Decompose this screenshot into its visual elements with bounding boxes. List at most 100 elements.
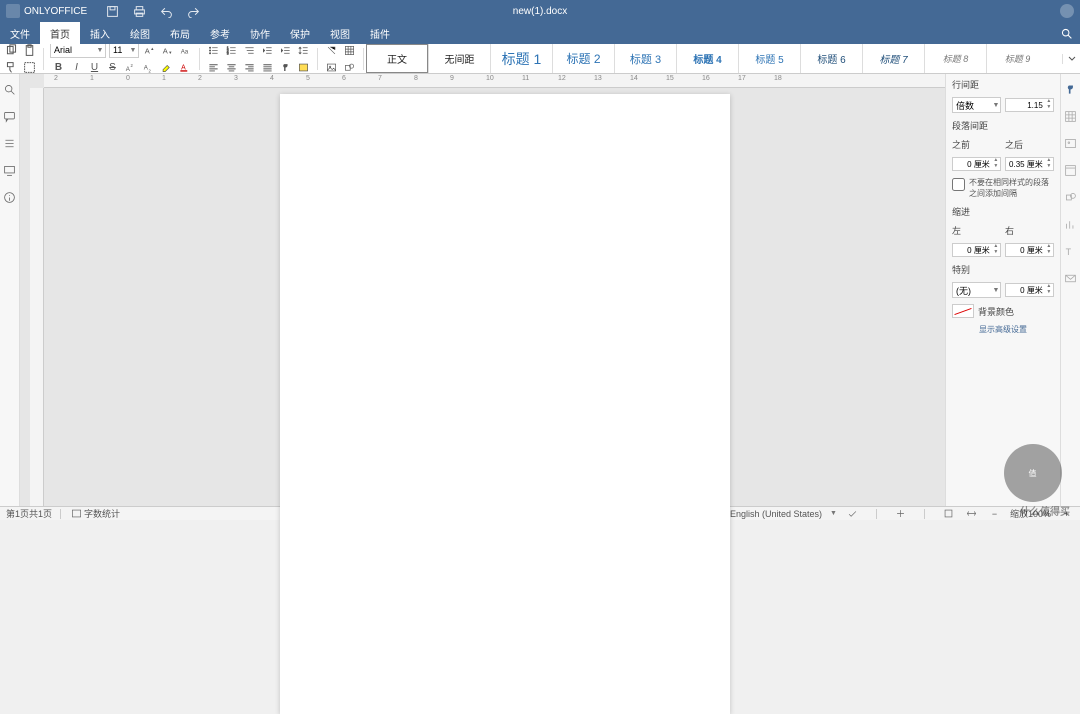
decrease-indent-icon[interactable] [260,43,275,58]
image-tab-icon[interactable] [1063,136,1078,151]
line-spacing-mode[interactable]: ▼ [952,97,1001,113]
indent-left[interactable]: ▲▼ [952,243,1001,257]
page-count[interactable]: 第1页共1页 [6,507,52,520]
comments-icon[interactable] [2,109,17,124]
styles-more-button[interactable] [1062,54,1080,64]
textart-tab-icon[interactable]: T [1063,244,1078,259]
special-value[interactable]: ▲▼ [1005,283,1054,297]
menu-9[interactable]: 插件 [360,22,400,44]
menu-4[interactable]: 布局 [160,22,200,44]
underline-icon[interactable]: U [87,60,102,75]
canvas[interactable]: 210123456789101112131415161718 [20,74,945,506]
line-spacing-value[interactable]: ▲▼ [1005,98,1054,112]
menu-6[interactable]: 协作 [240,22,280,44]
numbering-icon[interactable]: 123 [224,43,239,58]
style-2[interactable]: 标题 1 [490,44,552,73]
about-icon[interactable] [2,190,17,205]
select-all-icon[interactable] [22,60,37,75]
style-0[interactable]: 正文 [366,44,428,73]
nonprinting-icon[interactable] [278,60,293,75]
spacing-before[interactable]: ▲▼ [952,157,1001,171]
format-painter-icon[interactable] [4,60,19,75]
font-size-combo[interactable]: ▼ [109,42,139,58]
align-left-icon[interactable] [206,60,221,75]
header-tab-icon[interactable] [1063,163,1078,178]
undo-icon[interactable] [159,4,174,19]
zoom-label[interactable]: 缩放100% [1010,507,1051,520]
clear-style-icon[interactable] [324,43,339,58]
font-color-icon[interactable]: A [177,60,192,75]
menu-1[interactable]: 首页 [40,22,80,44]
menu-5[interactable]: 参考 [200,22,240,44]
print-icon[interactable] [132,4,147,19]
subscript-icon[interactable]: A2 [141,60,156,75]
menu-0[interactable]: 文件 [0,22,40,44]
show-advanced-link[interactable]: 显示高级设置 [952,324,1054,335]
find-icon[interactable] [2,82,17,97]
bold-icon[interactable]: B [51,60,66,75]
menu-7[interactable]: 保护 [280,22,320,44]
multilevel-icon[interactable] [242,43,257,58]
paste-icon[interactable] [22,43,37,58]
increase-font-icon[interactable]: A▲ [142,43,157,58]
track-changes-icon[interactable] [893,506,908,521]
font-name-combo[interactable]: ▼ [50,42,106,58]
style-9[interactable]: 标题 8 [924,44,986,73]
highlight-icon[interactable] [159,60,174,75]
mail-tab-icon[interactable] [1063,271,1078,286]
style-6[interactable]: 标题 5 [738,44,800,73]
wordcount-label[interactable]: 字数统计 [84,507,120,520]
style-4[interactable]: 标题 3 [614,44,676,73]
feedback-icon[interactable] [2,163,17,178]
fit-page-icon[interactable] [941,506,956,521]
zoom-in-icon[interactable]: + [1059,506,1074,521]
style-3[interactable]: 标题 2 [552,44,614,73]
superscript-icon[interactable]: A2 [123,60,138,75]
style-5[interactable]: 标题 4 [676,44,738,73]
style-8[interactable]: 标题 7 [862,44,924,73]
italic-icon[interactable]: I [69,60,84,75]
change-case-icon[interactable]: Aa [178,43,193,58]
insert-table-icon[interactable] [342,43,357,58]
copy-icon[interactable] [4,43,19,58]
headings-icon[interactable] [2,136,17,151]
strike-icon[interactable]: S [105,60,120,75]
wordcount-icon[interactable] [69,506,84,521]
page[interactable] [280,94,730,714]
style-7[interactable]: 标题 6 [800,44,862,73]
align-justify-icon[interactable] [260,60,275,75]
align-right-icon[interactable] [242,60,257,75]
special-mode[interactable]: ▼ [952,282,1001,298]
line-spacing-icon[interactable] [296,43,311,58]
insert-image-icon[interactable] [324,60,339,75]
align-center-icon[interactable] [224,60,239,75]
language-label[interactable]: English (United States) [730,509,822,519]
menu-8[interactable]: 视图 [320,22,360,44]
horizontal-ruler[interactable]: 210123456789101112131415161718 [44,74,945,88]
table-tab-icon[interactable] [1063,109,1078,124]
shape-tab-icon[interactable] [1063,190,1078,205]
search-icon[interactable] [1059,26,1074,41]
menu-3[interactable]: 绘图 [120,22,160,44]
vertical-ruler[interactable] [30,88,44,506]
menu-2[interactable]: 插入 [80,22,120,44]
insert-shape-icon[interactable] [342,60,357,75]
bg-color-swatch[interactable] [952,304,974,318]
paragraph-tab-icon[interactable] [1063,82,1078,97]
chart-tab-icon[interactable] [1063,217,1078,232]
spacing-after[interactable]: ▲▼ [1005,157,1054,171]
indent-right[interactable]: ▲▼ [1005,243,1054,257]
spellcheck-icon[interactable] [845,506,860,521]
redo-icon[interactable] [186,4,201,19]
style-10[interactable]: 标题 9 [986,44,1048,73]
shading-icon[interactable] [296,60,311,75]
no-space-same-style[interactable]: 不要在相同样式的段落之间添加间隔 [952,177,1054,199]
increase-indent-icon[interactable] [278,43,293,58]
user-avatar-icon[interactable] [1060,4,1074,18]
decrease-font-icon[interactable]: A▼ [160,43,175,58]
zoom-out-icon[interactable]: − [987,506,1002,521]
fit-width-icon[interactable] [964,506,979,521]
save-icon[interactable] [105,4,120,19]
bullets-icon[interactable] [206,43,221,58]
style-1[interactable]: 无间距 [428,44,490,73]
